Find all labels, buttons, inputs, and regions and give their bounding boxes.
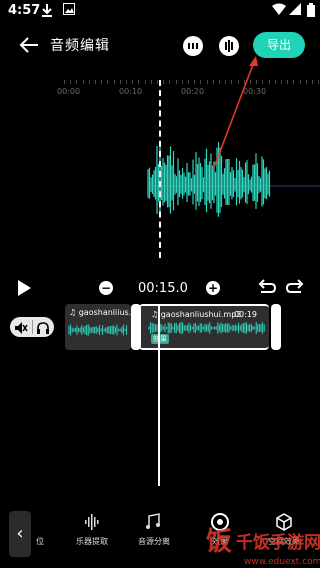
ruler-tick [262, 80, 263, 84]
svg-text:千饭手游网: 千饭手游网 [236, 532, 320, 553]
clip-trim-handle-right[interactable] [271, 304, 281, 350]
instrument-extract-icon [85, 514, 99, 530]
headphones-icon[interactable] [36, 320, 50, 334]
ruler-tick [293, 80, 294, 84]
clip-trim-handle-left[interactable] [131, 304, 141, 350]
site-watermark: 饭 千饭手游网 www.eduext.com [204, 522, 320, 568]
status-bar: 4:57 [0, 0, 320, 24]
mute-icon[interactable] [14, 320, 28, 334]
playhead-guide [159, 80, 161, 258]
ruler-tick [132, 80, 133, 84]
ruler-label: 00:00 [57, 87, 81, 96]
tool-label: 乐器提取 [76, 537, 108, 546]
ruler-tick [281, 80, 282, 84]
ruler-label: 00:10 [119, 87, 143, 96]
play-icon[interactable] [18, 280, 31, 296]
ruler-tick [200, 80, 201, 84]
ruler-label: 00:30 [243, 87, 267, 96]
tool-instrument-extract[interactable]: 乐器提取 [66, 508, 118, 560]
page-title: 音频编辑 [50, 38, 110, 54]
playhead[interactable] [158, 304, 160, 486]
ruler-tick [101, 80, 102, 84]
ruler-label: 00:20 [181, 87, 205, 96]
tool-source-separation[interactable]: 音源分离 [128, 508, 180, 560]
ruler-tick [207, 80, 208, 84]
ruler-tick [163, 80, 164, 84]
ruler-tick [76, 80, 77, 84]
ruler-tick [151, 80, 152, 84]
ruler-tick [269, 80, 270, 84]
watermark-logo: 饭 千饭手游网 www.eduext.com [206, 527, 320, 567]
audio-clip[interactable]: ♫ gaoshanliius... [65, 304, 131, 350]
download-icon [40, 3, 54, 17]
image-icon [62, 3, 76, 17]
ruler-tick [231, 80, 232, 84]
ruler-tick [114, 80, 115, 84]
ruler-tick [306, 80, 307, 84]
ruler-tick [256, 80, 257, 84]
redo-icon[interactable] [285, 279, 305, 297]
undo-icon[interactable] [257, 279, 277, 297]
ruler-tick [120, 80, 121, 84]
ruler-tick [244, 80, 245, 84]
ruler-tick [145, 80, 146, 84]
ruler-tick [70, 80, 71, 84]
export-button[interactable]: 导出 [253, 32, 305, 58]
ruler-tick [157, 80, 158, 84]
svg-text:www.eduext.com: www.eduext.com [244, 557, 320, 567]
effect-badge: 效果 [151, 334, 169, 344]
source-separation-icon [146, 513, 160, 529]
ruler-tick [176, 80, 177, 84]
signal-icon [288, 3, 302, 17]
ruler-tick [138, 80, 139, 84]
ruler-tick [275, 80, 276, 84]
ruler-tick [126, 80, 127, 84]
audio-track: ♫ gaoshanliius... ♫ gaoshanliushui.mp3 0… [0, 304, 320, 350]
battery-icon [304, 3, 318, 17]
track-audio-controls [10, 317, 54, 337]
back-arrow-icon[interactable] [18, 34, 40, 56]
ruler-tick [169, 80, 170, 84]
ruler-tick [182, 80, 183, 84]
tool-label: 音源分离 [138, 537, 170, 546]
zoom-in-icon[interactable]: + [206, 281, 220, 295]
ruler-tick [89, 80, 90, 84]
ruler-tick [64, 80, 65, 84]
ruler-tick [194, 80, 195, 84]
chevron-left-icon[interactable]: ‹ [9, 511, 31, 557]
waveform-toggle-icon[interactable] [219, 36, 239, 56]
ruler-tick [225, 80, 226, 84]
zoom-out-icon[interactable]: − [99, 281, 113, 295]
svg-text:饭: 饭 [206, 527, 232, 557]
ruler-tick [219, 80, 220, 84]
ruler-tick [312, 80, 313, 84]
snap-icon[interactable] [183, 36, 203, 56]
ruler-tick [287, 80, 288, 84]
playback-controls: − 00:15.0 + [0, 276, 320, 302]
ruler-tick [83, 80, 84, 84]
status-time: 4:57 [8, 3, 41, 18]
ruler-tick [238, 80, 239, 84]
top-bar: 音频编辑 导出 [0, 28, 320, 68]
ruler-tick [95, 80, 96, 84]
ruler-tick [250, 80, 251, 84]
ruler-tick [300, 80, 301, 84]
wifi-icon [272, 3, 286, 17]
ruler-tick [107, 80, 108, 84]
toolbar-partial-label: 位 [36, 537, 44, 546]
ruler-tick [188, 80, 189, 84]
ruler-tick [318, 80, 319, 84]
clip-name: ♫ gaoshanliius... [69, 308, 131, 317]
ruler-tick [213, 80, 214, 84]
current-time: 00:15.0 [138, 281, 188, 296]
divider [32, 320, 33, 334]
